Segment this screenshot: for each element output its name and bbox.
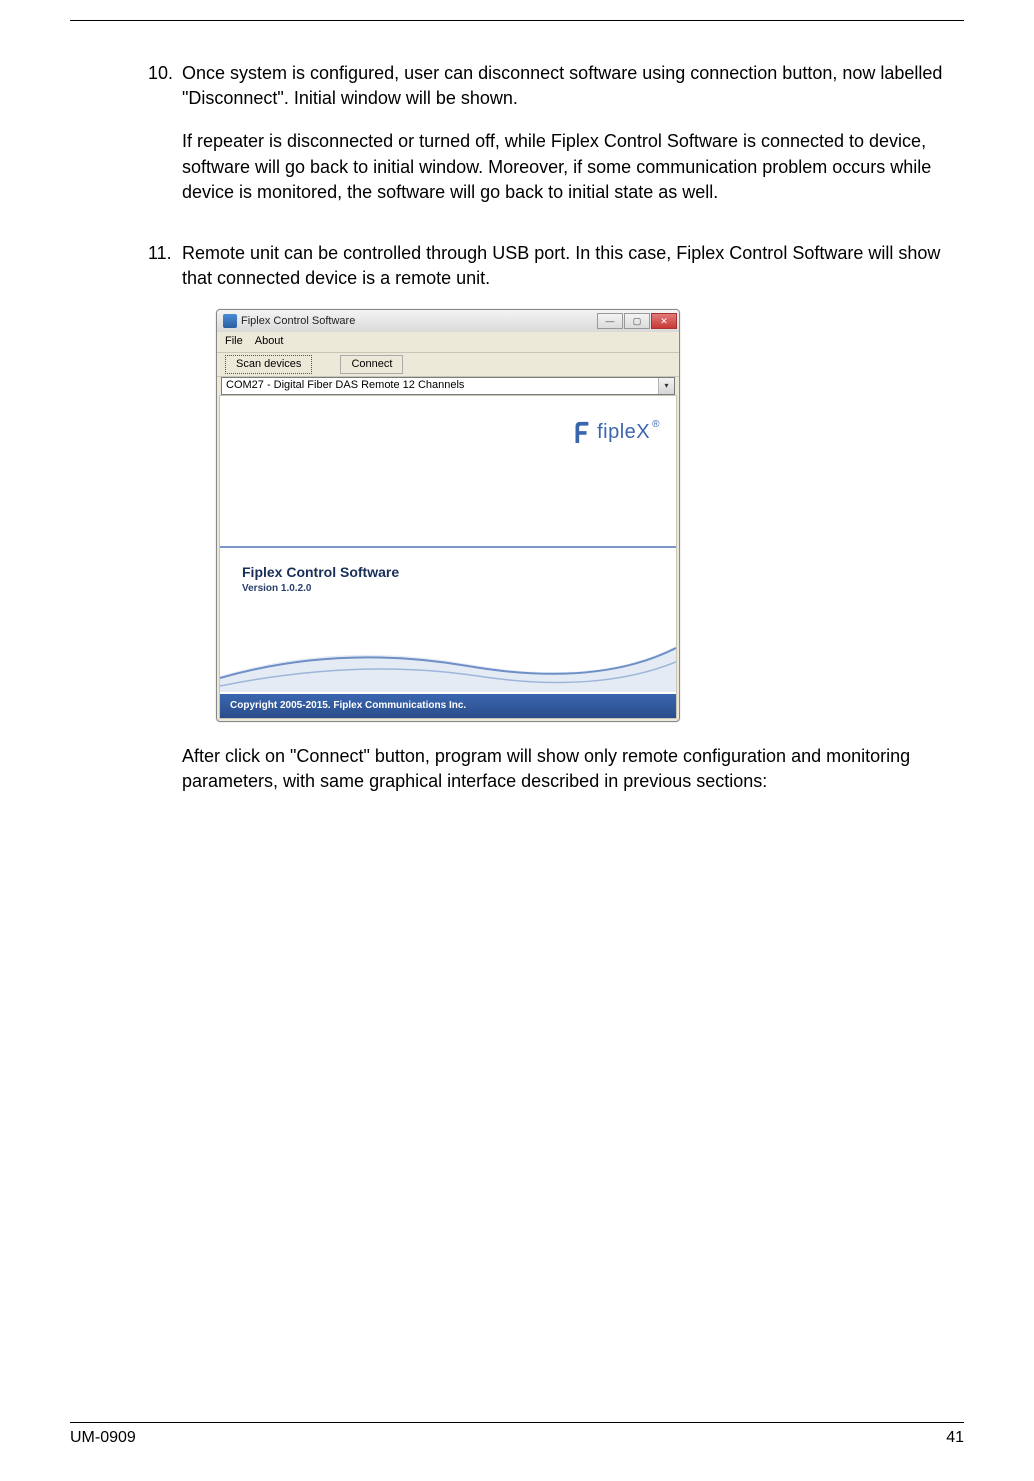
top-rule — [70, 20, 964, 21]
logo-text: fipleX® — [597, 418, 660, 446]
window-controls: — ▢ ✕ — [597, 313, 677, 329]
app-window: Fiplex Control Software — ▢ ✕ File About — [216, 309, 680, 721]
page-footer: UM-0909 41 — [70, 1427, 964, 1449]
minimize-button[interactable]: — — [597, 313, 623, 329]
logo: fipleX® — [569, 418, 660, 446]
toolbar: Scan devices Connect — [217, 353, 679, 377]
titlebar: Fiplex Control Software — ▢ ✕ — [217, 310, 679, 332]
window-title: Fiplex Control Software — [241, 314, 597, 329]
app-icon — [223, 314, 237, 328]
maximize-button[interactable]: ▢ — [624, 313, 650, 329]
paragraph: Remote unit can be controlled through US… — [182, 241, 944, 291]
list-item-11: 11. Remote unit can be controlled throug… — [148, 241, 944, 812]
swoosh-graphic — [220, 636, 676, 692]
paragraph: If repeater is disconnected or turned of… — [182, 129, 944, 205]
fiplex-f-icon — [569, 418, 593, 446]
screenshot: Fiplex Control Software — ▢ ✕ File About — [216, 309, 944, 721]
product-name: Fiplex Control Software — [242, 563, 399, 583]
menu-about[interactable]: About — [255, 334, 284, 349]
device-combobox[interactable]: COM27 - Digital Fiber DAS Remote 12 Chan… — [221, 377, 675, 395]
logo-label: fipleX — [597, 421, 650, 443]
chevron-down-icon[interactable]: ▾ — [658, 378, 674, 394]
connect-button[interactable]: Connect — [340, 355, 403, 374]
document-page: 10. Once system is configured, user can … — [0, 0, 1034, 1481]
paragraph: Once system is configured, user can disc… — [182, 61, 944, 111]
footer-rule — [70, 1422, 964, 1423]
paragraph: After click on "Connect" button, program… — [182, 744, 944, 794]
list-number: 11. — [148, 241, 182, 812]
close-button[interactable]: ✕ — [651, 313, 677, 329]
doc-id: UM-0909 — [70, 1427, 136, 1449]
combobox-value: COM27 - Digital Fiber DAS Remote 12 Chan… — [222, 378, 658, 393]
menu-file[interactable]: File — [225, 334, 243, 349]
menubar: File About — [217, 332, 679, 352]
list-item-10: 10. Once system is configured, user can … — [148, 61, 944, 223]
registered-mark: ® — [652, 419, 660, 430]
list-body: Remote unit can be controlled through US… — [182, 241, 944, 812]
copyright-bar: Copyright 2005-2015. Fiplex Communicatio… — [220, 694, 676, 718]
body-content: 10. Once system is configured, user can … — [70, 61, 964, 812]
version-label: Version 1.0.2.0 — [242, 582, 312, 596]
client-area: fipleX® Fiplex Control Software Version … — [219, 395, 677, 719]
page-number: 41 — [946, 1427, 964, 1449]
scan-devices-button[interactable]: Scan devices — [225, 355, 312, 374]
list-body: Once system is configured, user can disc… — [182, 61, 944, 223]
divider-line — [220, 546, 676, 548]
list-number: 10. — [148, 61, 182, 223]
